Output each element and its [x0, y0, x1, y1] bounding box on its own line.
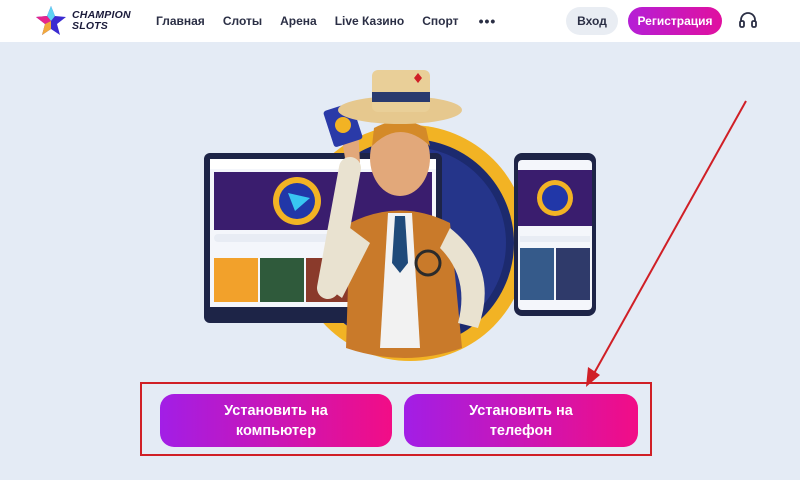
login-button[interactable]: Вход: [566, 7, 618, 35]
install-phone-button[interactable]: Установить на телефон: [404, 394, 638, 447]
main-nav: Главная Слоты Арена Live Казино Спорт ••…: [156, 0, 496, 42]
more-menu-icon[interactable]: •••: [479, 13, 497, 29]
logo-text: CHAMPION SLOTS: [72, 10, 131, 32]
nav-item-arena[interactable]: Арена: [280, 14, 317, 28]
top-header: CHAMPION SLOTS Главная Слоты Арена Live …: [0, 0, 800, 42]
register-button[interactable]: Регистрация: [628, 7, 722, 35]
star-logo-icon: [36, 6, 66, 35]
headset-support-icon[interactable]: [738, 11, 758, 31]
nav-item-slots[interactable]: Слоты: [223, 14, 262, 28]
nav-item-sport[interactable]: Спорт: [422, 14, 458, 28]
logo[interactable]: CHAMPION SLOTS: [34, 5, 144, 37]
install-desktop-button[interactable]: Установить на компьютер: [160, 394, 392, 447]
annotation-arrow: [586, 100, 747, 387]
nav-item-live-casino[interactable]: Live Казино: [335, 14, 405, 28]
logo-line-2: SLOTS: [72, 20, 109, 32]
hero-illustration: [204, 70, 596, 361]
nav-item-home[interactable]: Главная: [156, 14, 205, 28]
